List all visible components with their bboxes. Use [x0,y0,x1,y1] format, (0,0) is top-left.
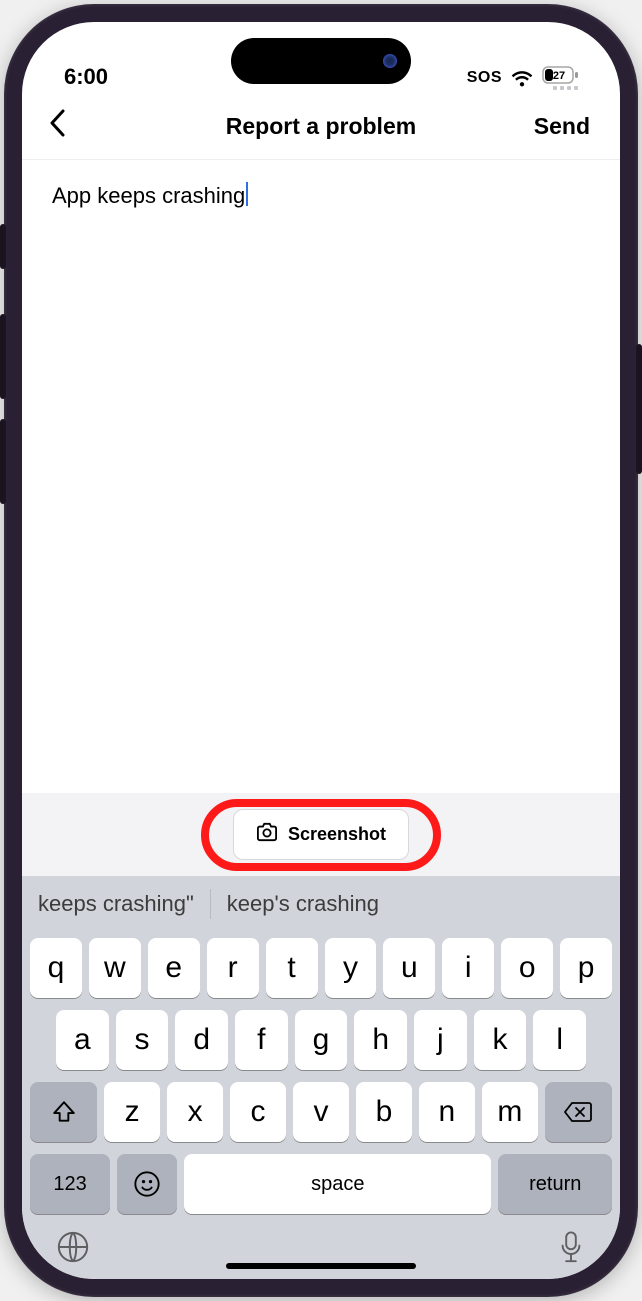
key-i[interactable]: i [442,938,494,998]
key-n[interactable]: n [419,1082,475,1142]
key-x[interactable]: x [167,1082,223,1142]
screen: 6:00 SOS 27 [22,22,620,1279]
space-key[interactable]: space [184,1154,491,1214]
key-g[interactable]: g [295,1010,348,1070]
emoji-key[interactable] [117,1154,177,1214]
key-o[interactable]: o [501,938,553,998]
key-row-4: 123 space return [22,1148,620,1220]
home-indicator[interactable] [226,1263,416,1269]
side-button [0,224,6,269]
back-button[interactable] [48,109,66,145]
key-t[interactable]: t [266,938,318,998]
key-d[interactable]: d [175,1010,228,1070]
key-c[interactable]: c [230,1082,286,1142]
status-sos: SOS [467,69,502,87]
key-j[interactable]: j [414,1010,467,1070]
text-caret [246,182,248,206]
key-h[interactable]: h [354,1010,407,1070]
mic-icon[interactable] [556,1230,586,1271]
wifi-icon [510,69,534,87]
volume-up-button [0,314,6,399]
key-l[interactable]: l [533,1010,586,1070]
key-s[interactable]: s [116,1010,169,1070]
key-b[interactable]: b [356,1082,412,1142]
screenshot-bar: Screenshot [22,793,620,876]
keyboard: keeps crashing" keep's crashing q w e r … [22,876,620,1279]
send-button[interactable]: Send [534,113,590,140]
suggestion-bar: keeps crashing" keep's crashing [22,876,620,932]
battery-icon: 27 [542,66,578,90]
power-button [636,344,642,474]
globe-icon[interactable] [56,1230,90,1271]
report-textarea[interactable]: App keeps crashing [22,160,620,793]
key-z[interactable]: z [104,1082,160,1142]
key-row-1: q w e r t y u i o p [22,932,620,1004]
screenshot-label: Screenshot [288,824,386,845]
key-a[interactable]: a [56,1010,109,1070]
status-time: 6:00 [64,64,108,90]
key-q[interactable]: q [30,938,82,998]
suggestion-2[interactable]: keep's crashing [211,891,395,917]
key-u[interactable]: u [383,938,435,998]
camera-icon [256,822,278,847]
key-f[interactable]: f [235,1010,288,1070]
key-row-3: z x c v b n m [22,1076,620,1148]
return-key[interactable]: return [498,1154,612,1214]
numbers-key[interactable]: 123 [30,1154,110,1214]
key-v[interactable]: v [293,1082,349,1142]
shift-key[interactable] [30,1082,97,1142]
key-y[interactable]: y [325,938,377,998]
key-m[interactable]: m [482,1082,538,1142]
suggestion-1[interactable]: keeps crashing" [22,891,210,917]
key-row-2: a s d f g h j k l [22,1004,620,1076]
volume-down-button [0,419,6,504]
svg-text:27: 27 [553,70,565,82]
phone-frame: 6:00 SOS 27 [4,4,638,1297]
key-k[interactable]: k [474,1010,527,1070]
key-r[interactable]: r [207,938,259,998]
screenshot-button[interactable]: Screenshot [233,809,409,860]
page-title: Report a problem [226,113,416,140]
dynamic-island [231,38,411,84]
key-e[interactable]: e [148,938,200,998]
report-text: App keeps crashing [52,183,245,208]
nav-bar: Report a problem Send [22,94,620,160]
delete-key[interactable] [545,1082,612,1142]
key-w[interactable]: w [89,938,141,998]
key-p[interactable]: p [560,938,612,998]
